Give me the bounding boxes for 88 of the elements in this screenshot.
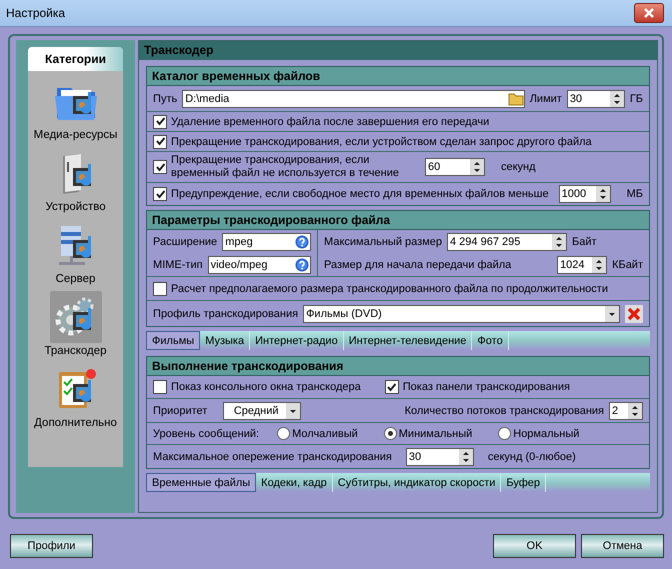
checkbox[interactable]	[153, 380, 168, 394]
checkbox[interactable]	[384, 380, 399, 394]
tab[interactable]: Субтитры, индикатор скорости	[332, 473, 502, 492]
radio-label: Молчаливый	[292, 428, 358, 440]
number-field[interactable]: 1000	[558, 185, 611, 203]
field-label: Расширение	[153, 236, 218, 248]
checkbox[interactable]	[153, 282, 168, 296]
category-label: Сервер	[56, 273, 96, 285]
field-label: MIME-тип	[153, 258, 203, 270]
radio-button[interactable]	[498, 427, 512, 440]
checkbox-label: Показ панели транскодирования	[402, 381, 570, 393]
unit-label: КБайт	[612, 258, 643, 270]
radio-label: Нормальный	[513, 428, 580, 440]
folder-icon[interactable]	[508, 92, 524, 106]
radio-label: Минимальный	[398, 428, 472, 440]
spin-buttons[interactable]	[470, 159, 484, 175]
spin-buttons[interactable]	[552, 234, 566, 250]
spin-buttons[interactable]	[596, 186, 610, 202]
tab[interactable]: Фото	[472, 331, 509, 350]
checkbox-label: Показ консольного окна транскодера	[171, 381, 361, 393]
window-title: Настройка	[6, 6, 66, 20]
unit-label: ГБ	[630, 92, 643, 104]
mime-type-field[interactable]: video/mpeg	[208, 256, 312, 274]
unit-label: секунд	[500, 161, 536, 173]
categories-header: Категории	[28, 47, 124, 71]
radio-button[interactable]	[277, 427, 290, 440]
spin-buttons[interactable]	[628, 402, 642, 418]
tab[interactable]: Фильмы	[146, 331, 200, 350]
unit-label: секунд (0-любое)	[488, 450, 576, 462]
extension-field[interactable]: mpeg	[222, 232, 312, 250]
tab[interactable]: Интернет-телевидение	[344, 331, 472, 350]
priority-dropdown[interactable]: Средний	[223, 402, 302, 420]
field-label: Уровень сообщений:	[153, 428, 260, 440]
panel-title: Транскодер	[139, 41, 657, 60]
checkbox[interactable]	[153, 160, 168, 174]
cancel-button[interactable]: Отмена	[581, 534, 664, 558]
field-label: Лимит	[530, 92, 562, 104]
category-button[interactable]	[50, 291, 102, 343]
help-icon[interactable]	[295, 258, 310, 272]
checkbox-label: Прекращение транскодирования, если устройством сделан запрос другого файла	[171, 136, 592, 148]
close-button[interactable]	[634, 3, 664, 23]
radio-button[interactable]	[384, 427, 397, 440]
field-label: Максимальный размер	[324, 236, 442, 248]
tab[interactable]: Кодеки, кадр	[256, 473, 333, 492]
dropdown-arrow-icon[interactable]	[605, 306, 619, 322]
checkbox-label: Удаление временного файла после завершения его передачи	[171, 116, 490, 128]
path-field[interactable]: D:\media	[182, 90, 525, 108]
spin-buttons[interactable]	[458, 448, 473, 464]
profile-dropdown[interactable]: Фильмы (DVD)	[303, 304, 620, 322]
checkbox-label: Предупреждение, если свободное место для временных файлов меньше	[171, 188, 549, 200]
spin-buttons[interactable]	[610, 90, 624, 106]
category-label: Транскодер	[44, 345, 107, 357]
tab[interactable]: Временные файлы	[146, 473, 256, 492]
tab[interactable]: Интернет-радио	[250, 331, 344, 350]
checkbox[interactable]	[153, 187, 168, 201]
unit-label: МБ	[626, 188, 643, 200]
tab[interactable]: Буфер	[501, 473, 546, 492]
spin-buttons[interactable]	[592, 256, 606, 272]
field-label: Профиль транскодирования	[153, 308, 298, 320]
group-title: Параметры транскодированного файла	[147, 211, 649, 230]
field-label: Максимальное опережение транскодирования	[153, 450, 392, 462]
checkbox[interactable]	[153, 134, 168, 148]
help-icon[interactable]	[295, 234, 310, 248]
field-label: Размер для начала передачи файла	[324, 258, 512, 270]
category-label: Устройство	[45, 201, 106, 213]
dropdown-arrow-icon[interactable]	[286, 402, 300, 418]
category-label: Медиа-ресурсы	[34, 129, 118, 141]
number-field[interactable]: 60	[424, 158, 485, 176]
field-label: Приоритет	[153, 404, 208, 416]
number-field[interactable]: 2	[609, 402, 643, 420]
unit-label: Байт	[572, 236, 597, 248]
close-icon	[643, 8, 655, 18]
number-field[interactable]: 30	[406, 448, 474, 466]
checkbox[interactable]	[153, 114, 168, 128]
category-label: Дополнительно	[34, 417, 117, 429]
profiles-button[interactable]: Профили	[10, 534, 93, 558]
field-label: Количество потоков транскодирования	[404, 404, 604, 416]
group-title: Выполнение транскодирования	[147, 357, 649, 376]
delete-icon[interactable]	[625, 304, 643, 322]
tab[interactable]: Музыка	[200, 331, 250, 350]
field-label: Путь	[153, 92, 178, 104]
group-title: Каталог временных файлов	[147, 67, 649, 86]
number-field[interactable]: 4 294 967 295	[447, 232, 567, 250]
checkbox-label: Расчет предполагаемого размера транскодированного файла по продолжительности	[171, 282, 608, 294]
number-field[interactable]: 1024	[557, 256, 608, 274]
ok-button[interactable]: OK	[493, 534, 576, 558]
number-field[interactable]: 30	[566, 90, 625, 108]
checkbox-label: Прекращение транскодирования, если временный файл не используется в течение	[171, 154, 399, 180]
